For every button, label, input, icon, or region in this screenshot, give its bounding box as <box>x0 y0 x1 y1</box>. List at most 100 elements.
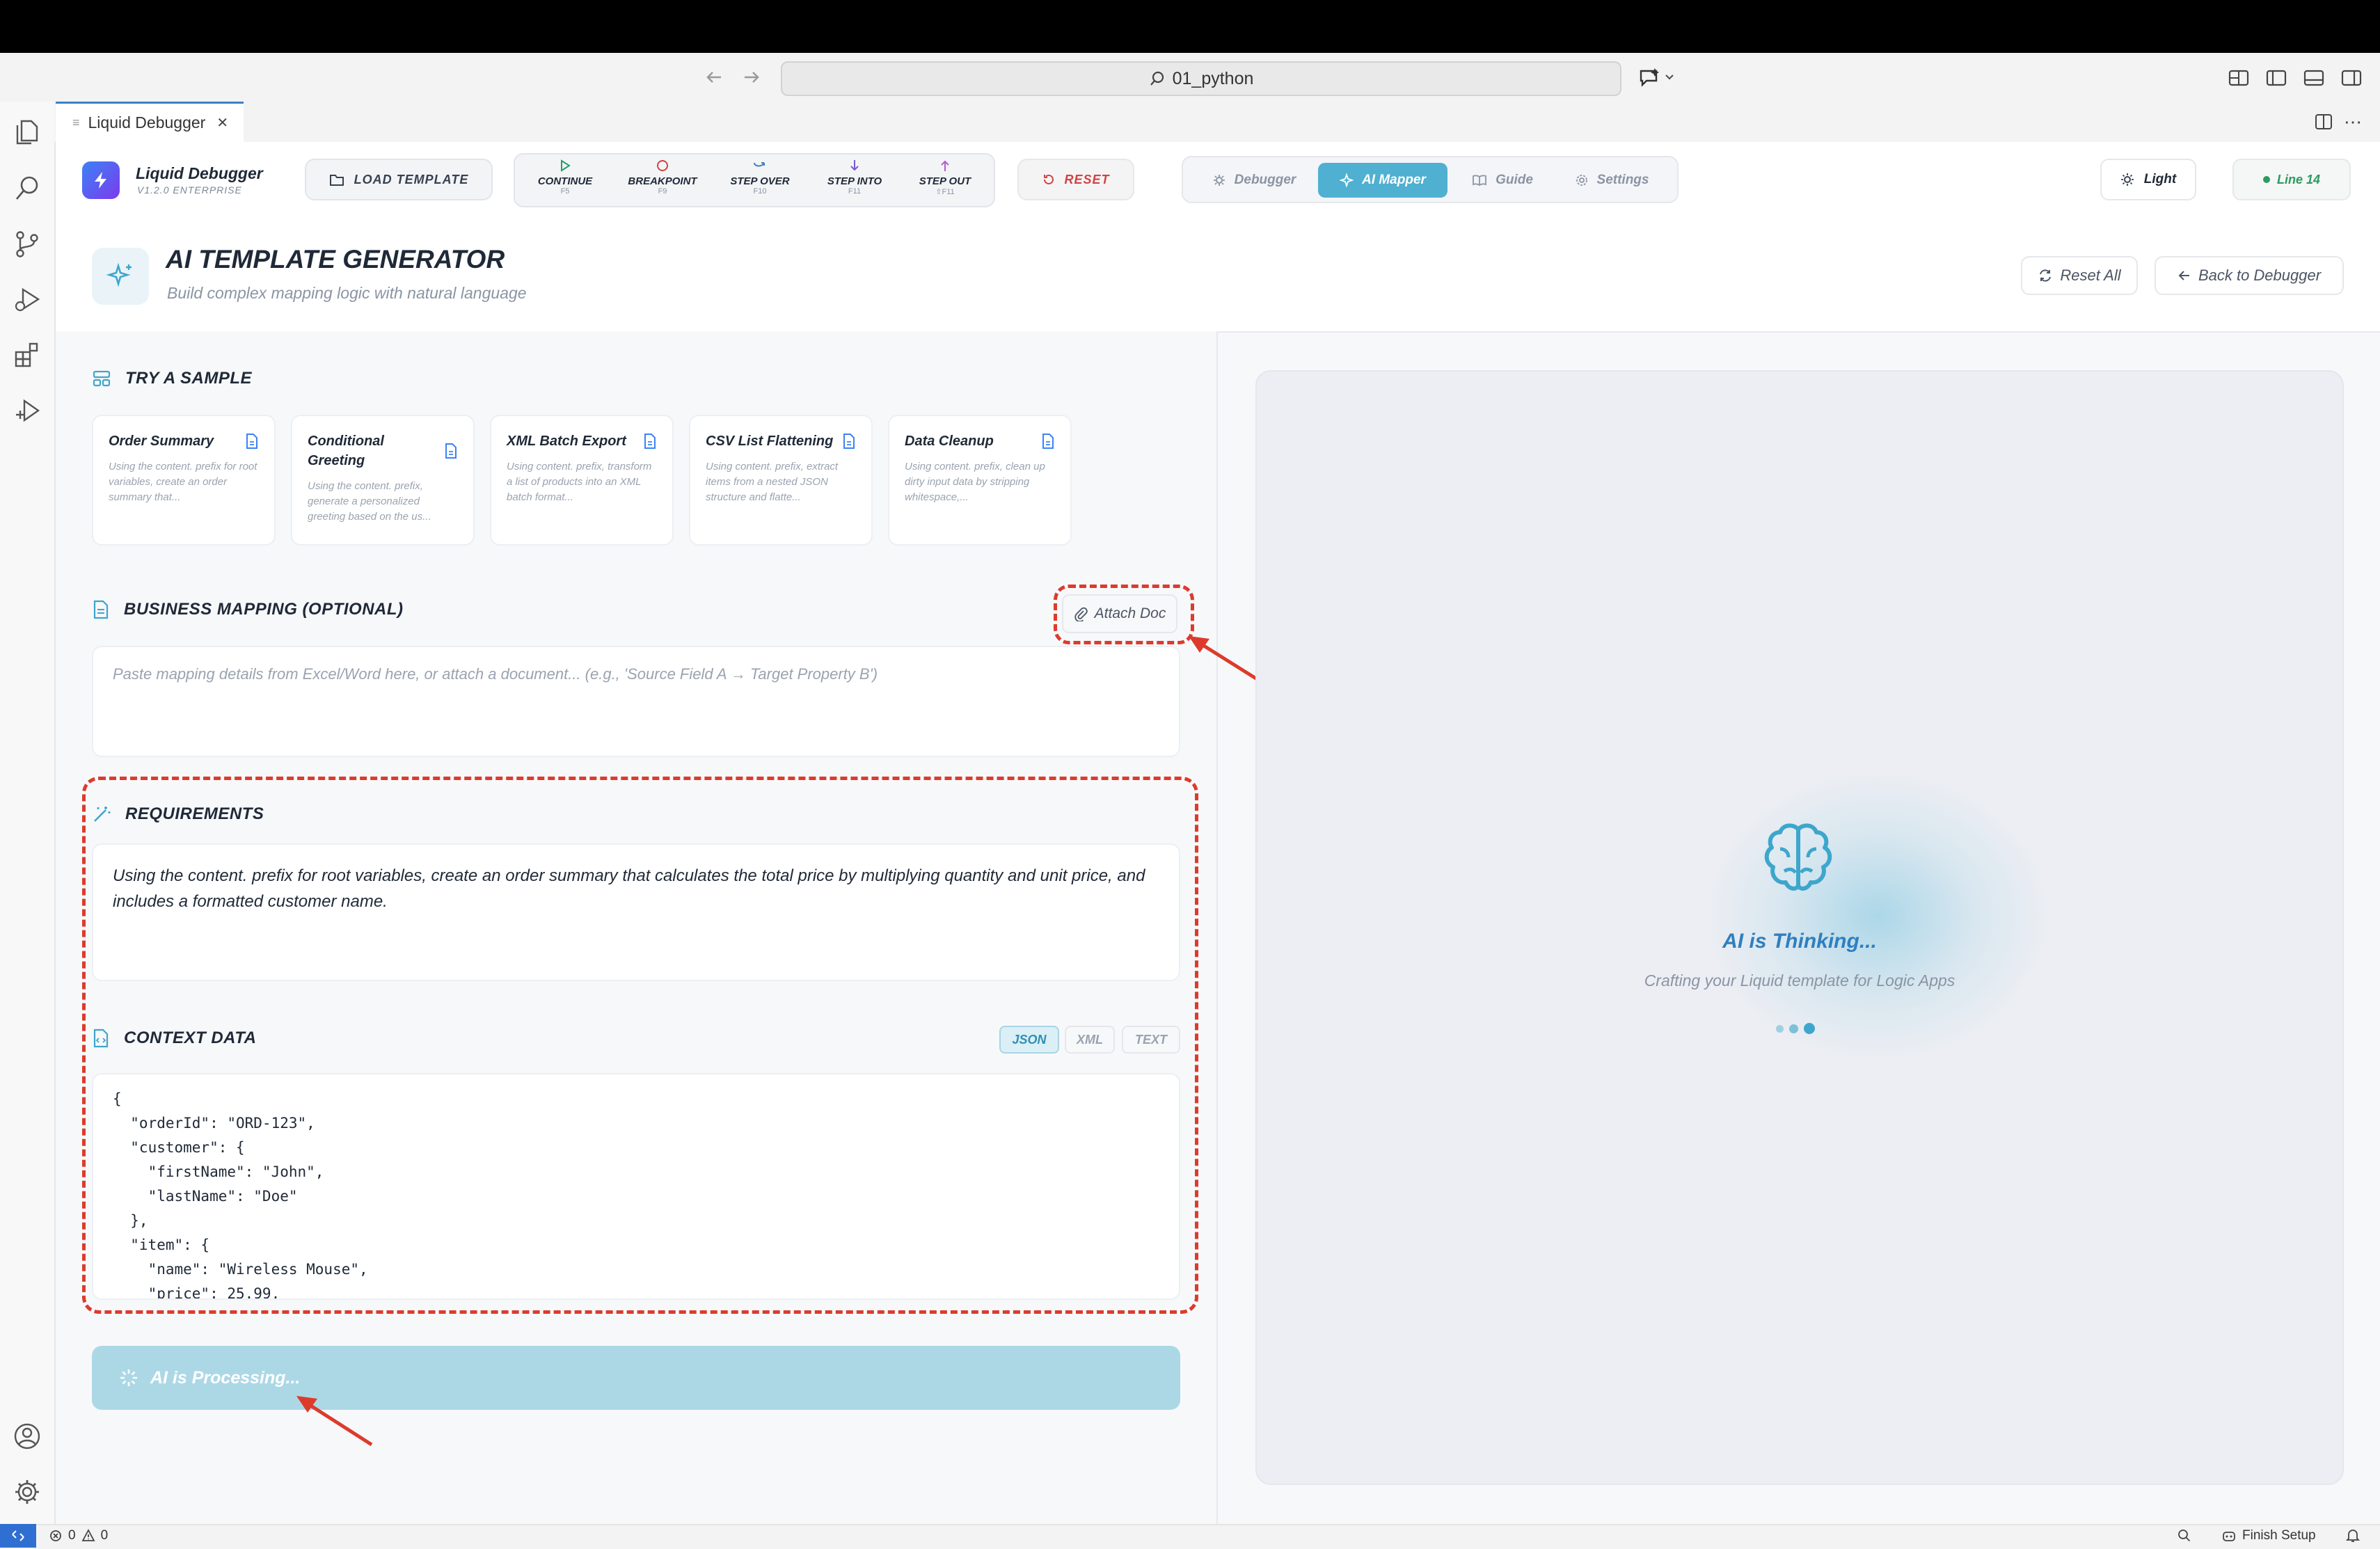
step-over-button[interactable]: STEP OVER F10 <box>718 159 802 205</box>
manage-gear-icon[interactable] <box>12 1477 42 1507</box>
annotation-arrow-attach <box>1183 630 1267 686</box>
activity-bar <box>0 102 56 1524</box>
magic-wand-icon <box>92 804 111 824</box>
step-controls: CONTINUE F5 BREAKPOINT F9 STEP OVER F10 … <box>514 153 995 207</box>
generate-button-processing[interactable]: AI is Processing... <box>92 1346 1180 1410</box>
document-icon <box>245 433 259 450</box>
page-subtitle: Build complex mapping logic with natural… <box>167 284 527 302</box>
layout-icon <box>92 369 111 388</box>
document-icon <box>444 443 458 459</box>
context-data-code: { "orderId": "ORD-123", "customer": { "f… <box>113 1090 368 1300</box>
sample-card[interactable]: Order Summary Using the content. prefix … <box>92 415 276 546</box>
gear-icon <box>1575 173 1589 187</box>
play-icon <box>561 159 571 172</box>
tab-guide[interactable]: Guide <box>1457 163 1548 198</box>
file-icon: ≡ <box>72 116 80 129</box>
business-mapping-placeholder: Paste mapping details from Excel/Word he… <box>113 665 878 683</box>
bug-icon <box>1212 173 1226 187</box>
forward-arrow-icon[interactable] <box>740 67 761 88</box>
sample-card[interactable]: Conditional Greeting Using the content. … <box>291 415 475 546</box>
sample-card[interactable]: XML Batch Export Using content. prefix, … <box>490 415 674 546</box>
copilot-icon[interactable] <box>1638 65 1677 89</box>
continue-button[interactable]: CONTINUE F5 <box>523 159 607 205</box>
brain-icon <box>1759 821 1837 896</box>
requirements-text: Using the content. prefix for root varia… <box>113 866 1145 911</box>
format-json-tab[interactable]: JSON <box>999 1026 1059 1054</box>
theme-toggle-button[interactable]: Light <box>2100 159 2196 200</box>
split-editor-icon[interactable] <box>2313 111 2334 132</box>
workspace-name: 01_python <box>1172 68 1254 88</box>
search-icon <box>1149 70 1166 87</box>
breakpoint-button[interactable]: BREAKPOINT F9 <box>621 159 704 205</box>
lightning-logo-icon <box>82 161 120 199</box>
more-actions-icon[interactable]: ⋯ <box>2344 111 2362 133</box>
current-line-indicator: Line 14 <box>2232 159 2351 200</box>
warning-icon <box>81 1529 95 1543</box>
context-data-editor[interactable]: { "orderId": "ORD-123", "customer": { "f… <box>92 1073 1180 1300</box>
status-dot-icon <box>2262 176 2270 183</box>
notifications-bell-icon[interactable] <box>2345 1525 2361 1546</box>
page-title: AI TEMPLATE GENERATOR <box>166 245 505 273</box>
extensions-icon[interactable] <box>12 340 42 370</box>
sample-description: Using content. prefix, transform a list … <box>507 461 652 503</box>
back-to-debugger-button[interactable]: Back to Debugger <box>2155 256 2344 295</box>
back-arrow-icon[interactable] <box>704 67 725 88</box>
sample-description: Using content. prefix, clean up dirty in… <box>905 461 1045 503</box>
layout-icons[interactable] <box>2227 67 2366 89</box>
search-icon[interactable] <box>12 173 42 203</box>
finish-setup-button[interactable]: Finish Setup <box>2221 1525 2316 1546</box>
sample-title: CSV List Flattening <box>706 434 834 449</box>
remote-indicator-icon[interactable] <box>0 1524 36 1548</box>
sample-card[interactable]: CSV List Flattening Using content. prefi… <box>689 415 873 546</box>
problems-indicator[interactable]: 0 0 <box>49 1525 108 1546</box>
document-icon <box>643 433 657 450</box>
thinking-glow <box>1704 770 2052 1062</box>
arrow-left-icon <box>2177 269 2191 283</box>
os-top-bar <box>0 0 2380 53</box>
tab-label: Liquid Debugger <box>88 113 206 132</box>
brand-version: V1.2.0 ENTERPRISE <box>137 184 242 196</box>
explorer-icon[interactable] <box>12 117 42 148</box>
sample-title: XML Batch Export <box>507 434 626 449</box>
requirements-input[interactable]: Using the content. prefix for root varia… <box>92 843 1180 981</box>
sample-card[interactable]: Data Cleanup Using content. prefix, clea… <box>888 415 1072 546</box>
account-icon[interactable] <box>12 1421 42 1452</box>
sample-description: Using content. prefix, extract items fro… <box>706 461 839 503</box>
tab-debugger[interactable]: Debugger <box>1198 163 1310 198</box>
format-text-tab[interactable]: TEXT <box>1122 1026 1180 1054</box>
reset-all-button[interactable]: Reset All <box>2021 256 2138 295</box>
step-into-button[interactable]: STEP INTO F11 <box>813 159 896 205</box>
reset-button[interactable]: RESET <box>1017 159 1134 200</box>
status-bar <box>0 1524 2380 1549</box>
zoom-icon[interactable] <box>2177 1525 2192 1546</box>
view-switcher: Debugger AI Mapper Guide Settings <box>1182 156 1679 203</box>
source-control-icon[interactable] <box>12 228 42 259</box>
tab-liquid-debugger[interactable]: ≡ Liquid Debugger ✕ <box>56 102 244 142</box>
format-xml-tab[interactable]: XML <box>1065 1026 1115 1054</box>
context-data-heading: CONTEXT DATA <box>92 1028 256 1048</box>
file-code-icon <box>92 1028 110 1048</box>
load-template-button[interactable]: LOAD TEMPLATE <box>305 159 493 200</box>
spinner-icon <box>118 1367 139 1388</box>
step-out-button[interactable]: STEP OUT ⇧F11 <box>903 159 987 205</box>
error-icon <box>49 1529 63 1543</box>
business-mapping-heading: BUSINESS MAPPING (OPTIONAL) <box>92 600 404 619</box>
command-center-search[interactable]: 01_python <box>781 61 1621 96</box>
step-over-icon <box>754 162 765 167</box>
arrow-down-icon <box>850 160 859 171</box>
close-icon[interactable]: ✕ <box>216 114 228 132</box>
run-test-icon[interactable] <box>12 395 42 426</box>
business-mapping-input[interactable]: Paste mapping details from Excel/Word he… <box>92 646 1180 757</box>
reset-icon <box>1042 173 1056 186</box>
run-debug-icon[interactable] <box>12 284 42 315</box>
arrow-up-icon <box>941 160 949 171</box>
sample-description: Using the content. prefix for root varia… <box>109 461 257 503</box>
thinking-title: AI is Thinking... <box>1722 930 1877 953</box>
warning-count: 0 <box>100 1528 109 1543</box>
refresh-icon <box>2038 268 2053 283</box>
tab-ai-mapper[interactable]: AI Mapper <box>1318 163 1447 198</box>
tab-settings[interactable]: Settings <box>1556 163 1667 198</box>
folder-icon <box>329 173 344 186</box>
sample-title: Order Summary <box>109 434 214 449</box>
sample-description: Using the content. prefix, generate a pe… <box>308 480 431 523</box>
